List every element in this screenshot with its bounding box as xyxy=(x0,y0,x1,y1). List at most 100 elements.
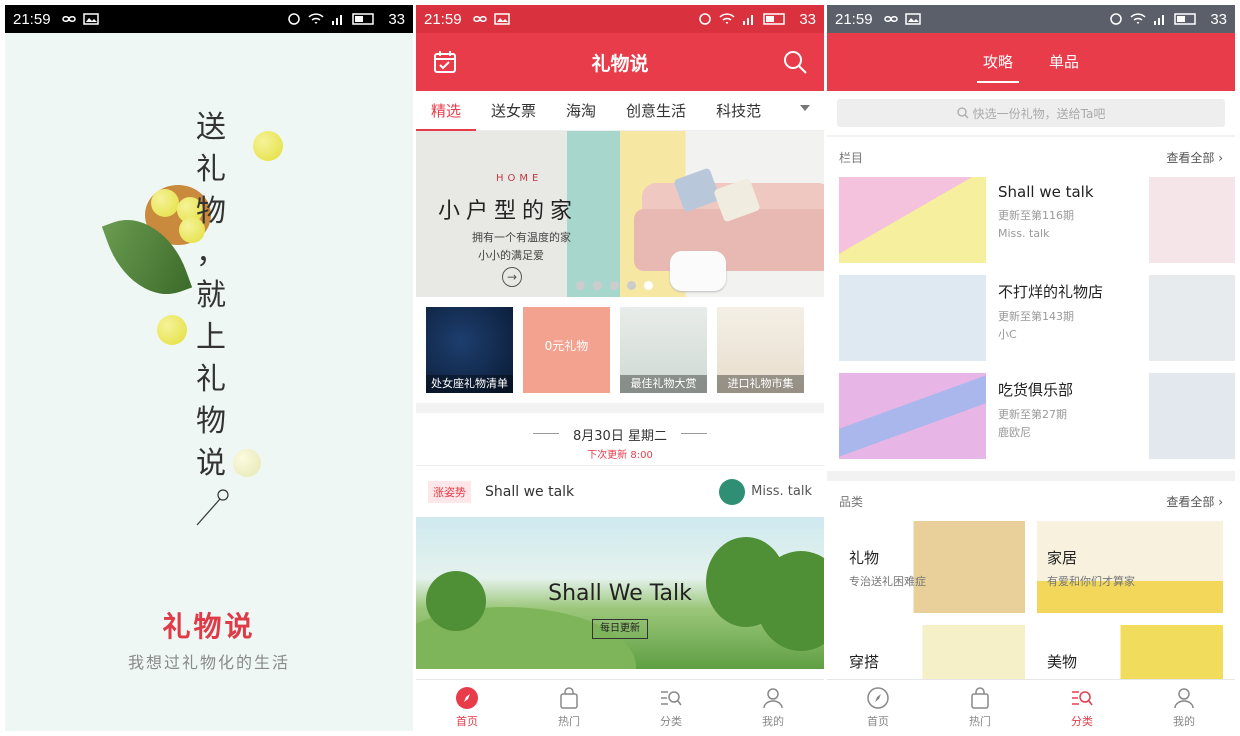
category-gift[interactable]: 礼物 专治送礼困难症 xyxy=(839,521,1025,613)
page-dot[interactable] xyxy=(576,281,585,290)
view-all-columns-link[interactable]: 查看全部 › xyxy=(1166,149,1223,166)
column-thumbnail xyxy=(839,177,986,263)
column-item[interactable]: 不打烊的礼物店 更新至第143期 小C xyxy=(827,275,1235,373)
nav-hot[interactable]: 热门 xyxy=(518,680,620,731)
column-item[interactable]: Shall we talk 更新至第116期 Miss. talk xyxy=(827,177,1235,275)
category-desc: 专治送礼困难症 xyxy=(849,575,926,588)
home-banner[interactable]: HOME 小户型的家 拥有一个有温度的家 小小的满足爱 → xyxy=(416,131,824,297)
category-search-icon xyxy=(661,691,682,706)
calendar-icon[interactable] xyxy=(432,49,458,75)
column-author: Miss. talk xyxy=(998,227,1050,240)
search-input[interactable]: 快选一份礼物，送给Ta吧 xyxy=(837,99,1225,127)
column-side-image xyxy=(1149,373,1235,459)
column-thumbnail xyxy=(839,275,986,361)
nav-me[interactable]: 我的 xyxy=(1133,680,1235,731)
post-cover[interactable]: Shall We Talk 每日更新 xyxy=(416,517,824,669)
status-bar: 21:59 33 xyxy=(5,5,413,33)
nav-hot[interactable]: 热门 xyxy=(929,680,1031,731)
category-home[interactable]: 家居 有爱和你们才算家 xyxy=(1037,521,1223,613)
alarm-icon xyxy=(1110,13,1123,25)
tab-tech[interactable]: 科技范 xyxy=(701,91,776,131)
image-icon xyxy=(493,13,510,25)
nav-label: 我的 xyxy=(1173,715,1195,728)
view-all-categories-link[interactable]: 查看全部 › xyxy=(1166,493,1223,510)
tab-guides[interactable]: 攻略 xyxy=(976,33,1020,91)
next-update-label: 下次更新 8:00 xyxy=(587,450,653,461)
page-dot[interactable] xyxy=(627,281,636,290)
category-name: 穿搭 xyxy=(849,653,880,671)
post-tag[interactable]: 涨姿势 xyxy=(428,480,471,503)
image-icon xyxy=(82,13,99,25)
status-bar: 21:59 33 xyxy=(416,5,824,33)
chevron-down-icon[interactable] xyxy=(800,105,810,111)
search-icon[interactable] xyxy=(782,49,808,75)
tab-featured[interactable]: 精选 xyxy=(416,91,477,131)
nav-home[interactable]: 首页 xyxy=(827,680,929,731)
slogan-char: 礼 xyxy=(196,152,226,187)
segment-bar: 攻略 单品 xyxy=(827,33,1235,91)
nav-label: 热门 xyxy=(558,715,580,728)
column-side-image xyxy=(1149,177,1235,263)
topic-card[interactable]: 最佳礼物大赏 xyxy=(620,307,707,393)
lemon xyxy=(151,189,179,217)
column-author: 鹿欧尼 xyxy=(998,426,1031,439)
column-name: 不打烊的礼物店 xyxy=(998,283,1104,301)
topic-card[interactable]: 处女座礼物清单 xyxy=(426,307,513,393)
compass-icon xyxy=(867,687,889,709)
infinity-icon xyxy=(883,16,898,22)
nav-label: 分类 xyxy=(1071,715,1093,728)
arrow-right-icon[interactable]: → xyxy=(502,267,522,287)
tab-for-girlfriend[interactable]: 送女票 xyxy=(476,91,551,131)
search-container: 快选一份礼物，送给Ta吧 xyxy=(827,91,1235,135)
nav-category[interactable]: 分类 xyxy=(1031,680,1133,731)
splash-screen: 21:59 33 送 礼 物 ， 就 上 礼 物 说 礼物说 我想过礼物化的生活 xyxy=(5,5,413,731)
topic-card[interactable]: 进口礼物市集 xyxy=(717,307,804,393)
slogan-char: 礼 xyxy=(196,362,226,397)
tab-overseas[interactable]: 海淘 xyxy=(551,91,611,131)
nav-home[interactable]: 首页 xyxy=(416,680,518,731)
lemon xyxy=(253,131,283,161)
brand-title: 礼物说 xyxy=(162,610,256,643)
page-dot[interactable] xyxy=(593,281,602,290)
battery-icon xyxy=(763,13,786,25)
page-dot-active[interactable] xyxy=(644,281,653,290)
banner-line-2: 小小的满足爱 xyxy=(478,249,544,262)
bag-icon xyxy=(560,687,578,709)
topic-strip: 处女座礼物清单 0元礼物 最佳礼物大赏 进口礼物市集 xyxy=(416,297,824,403)
daily-update-button[interactable]: 每日更新 xyxy=(592,619,648,639)
post-column-name[interactable]: Shall we talk xyxy=(485,484,719,500)
wifi-icon xyxy=(1130,13,1146,24)
banner-headline: 小户型的家 xyxy=(438,199,579,224)
category-name: 家居 xyxy=(1047,549,1078,567)
nav-label: 首页 xyxy=(867,715,889,728)
column-issue: 更新至第143期 xyxy=(998,310,1074,323)
compass-icon xyxy=(456,687,478,709)
topic-caption: 处女座礼物清单 xyxy=(426,375,513,393)
category-tabs: 精选 送女票 海淘 创意生活 科技范 xyxy=(416,91,824,131)
topic-card[interactable]: 0元礼物 xyxy=(523,307,610,393)
wifi-icon xyxy=(308,13,324,24)
page-dot[interactable] xyxy=(610,281,619,290)
nav-category[interactable]: 分类 xyxy=(620,680,722,731)
category-desc: 有爱和你们才算家 xyxy=(1047,575,1135,588)
slogan-char: 物 xyxy=(196,404,226,439)
avatar[interactable] xyxy=(719,478,746,505)
column-item[interactable]: 吃货俱乐部 更新至第27期 鹿欧尼 xyxy=(827,373,1235,471)
status-time: 21:59 xyxy=(424,10,462,28)
date-header: 8月30日 星期二 下次更新 8:00 xyxy=(416,413,824,465)
column-info: Shall we talk 更新至第116期 Miss. talk xyxy=(998,177,1094,243)
nav-me[interactable]: 我的 xyxy=(722,680,824,731)
post-author[interactable]: Miss. talk xyxy=(751,484,812,499)
post-header[interactable]: 涨姿势 Shall we talk Miss. talk xyxy=(416,465,824,517)
columns-section: 栏目 查看全部 › Shall we talk 更新至第116期 Miss. t… xyxy=(827,137,1235,471)
battery-level: 33 xyxy=(799,10,816,28)
search-placeholder: 快选一份礼物，送给Ta吧 xyxy=(972,106,1106,121)
wifi-icon xyxy=(719,13,735,24)
bag-icon xyxy=(971,687,989,709)
tab-creative-life[interactable]: 创意生活 xyxy=(611,91,701,131)
tab-items[interactable]: 单品 xyxy=(1049,33,1079,91)
date-label: 8月30日 星期二 xyxy=(533,425,707,444)
column-author: 小C xyxy=(998,328,1017,341)
slogan-char: 就 xyxy=(196,278,226,313)
topic-caption: 0元礼物 xyxy=(544,339,589,353)
